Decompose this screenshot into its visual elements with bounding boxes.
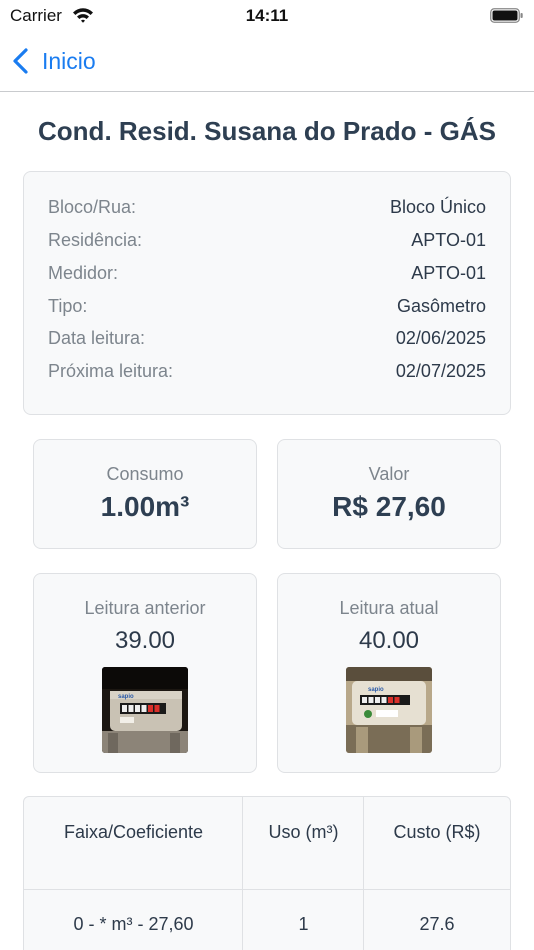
info-label: Residência: bbox=[48, 229, 143, 250]
info-value: Bloco Único bbox=[389, 196, 486, 217]
consumo-value: 1.00m³ bbox=[100, 491, 190, 522]
page-title: Cond. Resid. Susana do Prado - GÁS bbox=[38, 116, 496, 146]
info-value: Gasômetro bbox=[396, 295, 486, 316]
leitura-atual-value: 40.00 bbox=[358, 627, 420, 654]
table-header-faixa: Faixa/Coeficiente bbox=[63, 822, 204, 842]
leitura-atual-label: Leitura atual bbox=[339, 598, 439, 618]
table-cell-custo: 27.6 bbox=[419, 914, 455, 934]
valor-card: Valor R$ 27,60 bbox=[277, 439, 501, 549]
back-button-label: Inicio bbox=[42, 47, 96, 74]
tariff-table: Faixa/Coeficiente Uso (m³) Custo (R$) 0 … bbox=[23, 796, 511, 950]
clock: 14:11 bbox=[245, 6, 289, 25]
svg-text:sapio: sapio bbox=[118, 694, 134, 700]
info-row-proxima-leitura: Próxima leitura: 02/07/2025 bbox=[48, 359, 486, 383]
gas-meter-photo-icon[interactable]: sapio bbox=[102, 667, 188, 753]
valor-label: Valor bbox=[368, 464, 410, 484]
back-button[interactable]: Inicio bbox=[10, 46, 96, 76]
leitura-anterior-value: 39.00 bbox=[114, 627, 176, 654]
info-value: 02/07/2025 bbox=[395, 360, 486, 381]
info-label: Medidor: bbox=[48, 262, 119, 283]
info-label: Data leitura: bbox=[48, 327, 146, 348]
info-row-residencia: Residência: APTO-01 bbox=[48, 228, 486, 252]
table-cell-uso: 1 bbox=[298, 914, 309, 934]
info-row-data-leitura: Data leitura: 02/06/2025 bbox=[48, 326, 486, 350]
info-value: APTO-01 bbox=[411, 262, 486, 283]
table-header-custo: Custo (R$) bbox=[393, 822, 481, 842]
consumo-card: Consumo 1.00m³ bbox=[33, 439, 257, 549]
valor-value: R$ 27,60 bbox=[332, 491, 446, 522]
info-row-medidor: Medidor: APTO-01 bbox=[48, 261, 486, 285]
leitura-atual-card: Leitura atual 40.00 sapio bbox=[277, 573, 501, 773]
info-value: APTO-01 bbox=[411, 229, 486, 250]
status-bar: Carrier 14:11 bbox=[0, 0, 534, 30]
leitura-anterior-card: Leitura anterior 39.00 sapio bbox=[33, 573, 257, 773]
leitura-anterior-label: Leitura anterior bbox=[84, 598, 206, 618]
info-value: 02/06/2025 bbox=[395, 327, 486, 348]
consumo-label: Consumo bbox=[106, 464, 184, 484]
svg-text:sapio: sapio bbox=[368, 687, 384, 693]
info-row-tipo: Tipo: Gasômetro bbox=[48, 294, 486, 318]
info-label: Próxima leitura: bbox=[48, 360, 174, 381]
meter-info-card: Bloco/Rua: Bloco Único Residência: APTO-… bbox=[23, 171, 511, 415]
table-header-uso: Uso (m³) bbox=[268, 822, 339, 842]
chevron-left-icon bbox=[13, 48, 28, 74]
navigation-bar: Inicio bbox=[0, 38, 534, 92]
table-cell-faixa: 0 - * m³ - 27,60 bbox=[73, 914, 194, 934]
info-row-bloco: Bloco/Rua: Bloco Único bbox=[48, 195, 486, 219]
gas-meter-photo-icon[interactable]: sapio bbox=[346, 667, 432, 753]
info-label: Bloco/Rua: bbox=[48, 196, 137, 217]
info-label: Tipo: bbox=[48, 295, 88, 316]
battery-icon bbox=[490, 8, 523, 23]
